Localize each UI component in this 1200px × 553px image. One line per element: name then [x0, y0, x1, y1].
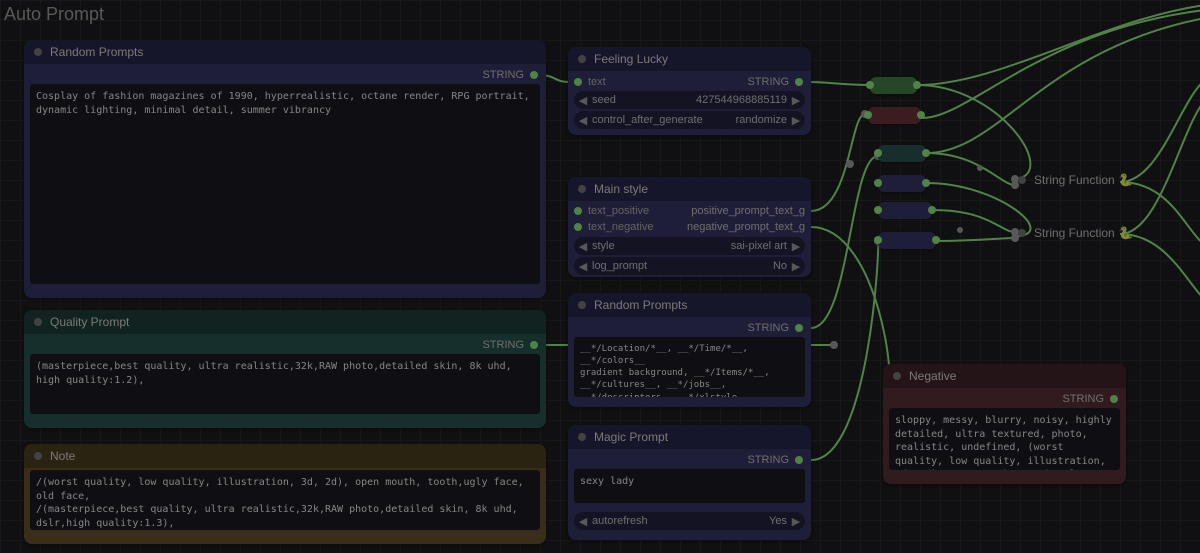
chevron-left-icon[interactable]: ◀	[578, 114, 588, 127]
mini-node[interactable]	[878, 202, 932, 219]
mini-node[interactable]	[868, 107, 921, 124]
output-slot[interactable]: STRING	[889, 390, 1120, 408]
port-dot-icon	[530, 71, 538, 79]
node-negative[interactable]: Negative STRING	[883, 364, 1126, 484]
input-text-positive[interactable]: text_positivepositive_prompt_text_g	[574, 203, 805, 219]
text-input[interactable]	[574, 337, 805, 397]
chevron-left-icon[interactable]: ◀	[578, 260, 588, 273]
node-header[interactable]: Magic Prompt	[568, 425, 811, 449]
mini-node[interactable]	[878, 175, 926, 192]
node-header[interactable]: Main style	[568, 177, 811, 201]
mini-node[interactable]	[870, 77, 917, 94]
output-slot[interactable]: STRING	[30, 336, 540, 354]
node-note[interactable]: Note	[24, 444, 546, 544]
port-dot-icon	[530, 341, 538, 349]
node-feeling-lucky[interactable]: Feeling Lucky text STRING ◀seed427544968…	[568, 47, 811, 135]
node-header[interactable]: Negative	[883, 364, 1126, 388]
node-string-function-1[interactable]: String Function 🐍	[1018, 173, 1133, 187]
node-header[interactable]: Note	[24, 444, 546, 468]
text-input[interactable]	[30, 470, 540, 530]
port-dot-icon	[795, 78, 803, 86]
widget-style[interactable]: ◀stylesai-pixel art▶	[574, 237, 805, 255]
port-dot-icon	[1110, 395, 1118, 403]
input-slot-text[interactable]: text	[574, 73, 606, 91]
chevron-right-icon[interactable]: ▶	[791, 114, 801, 127]
widget-control-after-generate[interactable]: ◀control_after_generaterandomize▶	[574, 111, 805, 129]
chevron-left-icon[interactable]: ◀	[578, 515, 588, 528]
port-dot-icon	[574, 223, 582, 231]
text-input[interactable]	[30, 354, 540, 414]
node-string-function-2[interactable]: String Function 🐍	[1018, 226, 1133, 240]
widget-log-prompt[interactable]: ◀log_promptNo▶	[574, 257, 805, 275]
chevron-right-icon[interactable]: ▶	[791, 260, 801, 273]
text-input[interactable]	[30, 84, 540, 284]
port-dot-icon	[574, 78, 582, 86]
widget-seed[interactable]: ◀seed427544968885119▶	[574, 91, 805, 109]
output-slot[interactable]: STRING	[30, 66, 540, 84]
input-text-negative[interactable]: text_negativenegative_prompt_text_g	[574, 219, 805, 235]
group-title: Auto Prompt	[4, 4, 104, 25]
output-slot[interactable]: STRING	[574, 319, 805, 337]
node-header[interactable]: Quality Prompt	[24, 310, 546, 334]
output-slot[interactable]: STRING	[574, 451, 805, 469]
mini-node[interactable]	[878, 145, 926, 162]
port-dot-icon	[795, 456, 803, 464]
chevron-right-icon[interactable]: ▶	[791, 515, 801, 528]
node-main-style[interactable]: Main style text_positivepositive_prompt_…	[568, 177, 811, 277]
chevron-right-icon[interactable]: ▶	[791, 94, 801, 107]
output-slot[interactable]: STRING	[747, 73, 805, 91]
chevron-left-icon[interactable]: ◀	[578, 94, 588, 107]
text-input[interactable]	[574, 469, 805, 503]
node-random-prompts-1[interactable]: Random Prompts STRING	[24, 40, 546, 298]
mini-node[interactable]	[878, 232, 936, 249]
node-header[interactable]: Random Prompts	[568, 293, 811, 317]
port-dot-icon	[574, 207, 582, 215]
node-quality-prompt[interactable]: Quality Prompt STRING	[24, 310, 546, 428]
node-random-prompts-2[interactable]: Random Prompts STRING	[568, 293, 811, 407]
chevron-right-icon[interactable]: ▶	[791, 240, 801, 253]
node-header[interactable]: Random Prompts	[24, 40, 546, 64]
node-magic-prompt[interactable]: Magic Prompt STRING ◀autorefreshYes▶	[568, 425, 811, 540]
node-header[interactable]: Feeling Lucky	[568, 47, 811, 71]
widget-autorefresh[interactable]: ◀autorefreshYes▶	[574, 512, 805, 530]
text-input[interactable]	[889, 408, 1120, 470]
chevron-left-icon[interactable]: ◀	[578, 240, 588, 253]
port-dot-icon	[795, 324, 803, 332]
